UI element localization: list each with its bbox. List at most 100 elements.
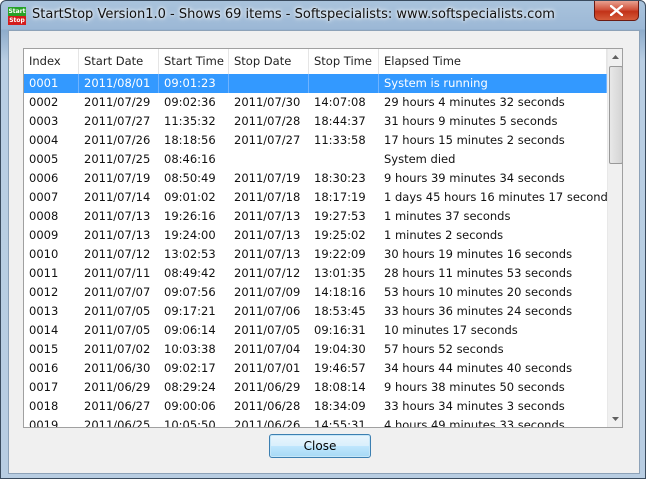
index-cell: 0018 [29,399,59,413]
start-date-cell: 2011/07/05 [84,323,151,337]
table-row[interactable]: 0007 2011/07/14 09:01:02 2011/07/18 18:17:19… [24,188,607,207]
elapsed-time-cell: 30 hours 19 minutes 16 seconds [384,247,573,261]
stop-date-cell: 2011/07/13 [234,228,301,242]
elapsed-time-cell: 53 hours 10 minutes 20 seconds [384,285,573,299]
scroll-down-button[interactable] [608,410,622,427]
stop-time-cell: 18:44:37 [314,114,366,128]
start-time-cell: 09:02:36 [164,95,216,109]
start-time-cell: 18:18:56 [164,133,216,147]
vertical-scrollbar[interactable] [607,49,622,427]
index-cell: 0001 [24,74,79,93]
sessions-list[interactable]: Index Start Date Start Time Stop Date Stop T… [23,48,623,428]
elapsed-time-cell: System died [384,152,456,166]
start-time-cell: 19:26:16 [164,209,216,223]
table-row[interactable]: 0010 2011/07/12 13:02:53 2011/07/13 19:22:09… [24,245,607,264]
stop-date-cell: 2011/07/13 [234,247,301,261]
scroll-thumb[interactable] [609,66,622,164]
start-time-cell: 10:05:50 [164,418,216,428]
stop-time-cell: 18:34:09 [314,399,366,413]
stop-time-cell: 19:04:30 [314,342,366,356]
header-col-start-date[interactable]: Start Date [79,49,159,74]
table-row[interactable]: 0009 2011/07/13 19:24:00 2011/07/13 19:25:02… [24,226,607,245]
scroll-down-icon [612,417,619,421]
table-row[interactable]: 0004 2011/07/26 18:18:56 2011/07/27 11:33:58… [24,131,607,150]
index-cell: 0017 [29,380,59,394]
stop-time-cell: 09:16:31 [314,323,366,337]
stop-time-cell: 14:18:16 [314,285,366,299]
stop-date-cell: 2011/07/18 [234,190,301,204]
start-time-cell: 08:46:16 [164,152,216,166]
table-row[interactable]: 0008 2011/07/13 19:26:16 2011/07/13 19:27:53… [24,207,607,226]
header-col-index[interactable]: Index [24,49,79,74]
table-row[interactable]: 0012 2011/07/07 09:07:56 2011/07/09 14:18:16… [24,283,607,302]
index-cell: 0005 [29,152,59,166]
stop-date-cell: 2011/07/01 [234,361,301,375]
stop-date-cell: 2011/07/28 [234,114,301,128]
start-time-cell: 09:06:14 [164,323,216,337]
header-col-stop-time[interactable]: Stop Time [309,49,379,74]
index-cell: 0002 [29,95,59,109]
stop-date-cell: 2011/07/04 [234,342,301,356]
stop-time-cell [309,150,379,169]
stop-date-cell: 2011/06/26 [234,418,301,428]
table-row[interactable]: 0001 2011/08/01 09:01:23 System is running [24,74,607,93]
table-row[interactable]: 0016 2011/06/30 09:02:17 2011/07/01 19:46:57… [24,359,607,378]
start-time-cell: 08:50:49 [164,171,216,185]
table-row[interactable]: 0018 2011/06/27 09:00:06 2011/06/28 18:34:09… [24,397,607,416]
start-date-cell: 2011/07/27 [84,114,151,128]
elapsed-time-cell: 28 hours 11 minutes 53 seconds [384,266,573,280]
elapsed-time-cell: System is running [379,74,607,93]
elapsed-time-cell: 33 hours 34 minutes 3 seconds [384,399,565,413]
stop-time-cell: 11:33:58 [314,133,366,147]
start-date-cell: 2011/06/30 [84,361,151,375]
start-date-cell: 2011/06/25 [84,418,151,428]
start-time-cell: 09:07:56 [164,285,216,299]
table-row[interactable]: 0017 2011/06/29 08:29:24 2011/06/29 18:08:14… [24,378,607,397]
elapsed-time-cell: 34 hours 44 minutes 40 seconds [384,361,573,375]
start-date-cell: 2011/07/14 [84,190,151,204]
header-col-start-time[interactable]: Start Time [159,49,229,74]
start-time-cell: 13:02:53 [164,247,216,261]
index-cell: 0009 [29,228,59,242]
app-icon-start: Start [8,7,26,16]
header-col-stop-date[interactable]: Stop Date [229,49,309,74]
stop-time-cell: 19:46:57 [314,361,366,375]
table-row[interactable]: 0014 2011/07/05 09:06:14 2011/07/05 09:16:31… [24,321,607,340]
table-row[interactable]: 0011 2011/07/11 08:49:42 2011/07/12 13:01:35… [24,264,607,283]
elapsed-time-cell: 9 hours 39 minutes 34 seconds [384,171,565,185]
table-row[interactable]: 0003 2011/07/27 11:35:32 2011/07/28 18:44:37… [24,112,607,131]
table-row[interactable]: 0013 2011/07/05 09:17:21 2011/07/06 18:53:45… [24,302,607,321]
stop-date-cell: 2011/07/13 [234,209,301,223]
scroll-up-button[interactable] [608,49,622,66]
index-cell: 0016 [29,361,59,375]
start-time-cell: 09:17:21 [164,304,216,318]
index-cell: 0010 [29,247,59,261]
close-button[interactable]: Close [269,434,371,458]
start-time-cell: 19:24:00 [164,228,216,242]
app-window: Start Stop StartStop Version1.0 - Shows … [0,0,646,479]
window-close-button[interactable] [594,1,639,21]
table-row[interactable]: 0019 2011/06/25 10:05:50 2011/06/26 14:55:31… [24,416,607,428]
start-date-cell: 2011/07/29 [84,95,151,109]
start-time-cell: 09:01:23 [159,74,229,93]
stop-time-cell: 19:22:09 [314,247,366,261]
stop-date-cell: 2011/07/30 [234,95,301,109]
table-row[interactable]: 0005 2011/07/25 08:46:16 System died [24,150,607,169]
index-cell: 0006 [29,171,59,185]
table-row[interactable]: 0015 2011/07/02 10:03:38 2011/07/04 19:04:30… [24,340,607,359]
table-row[interactable]: 0002 2011/07/29 09:02:36 2011/07/30 14:07:08… [24,93,607,112]
header-col-elapsed-time[interactable]: Elapsed Time [379,49,607,74]
start-time-cell: 11:35:32 [164,114,216,128]
stop-time-cell [309,74,379,93]
title-bar[interactable]: Start Stop StartStop Version1.0 - Shows … [1,1,645,29]
stop-time-cell: 14:55:31 [314,418,366,428]
start-time-cell: 10:03:38 [164,342,216,356]
table-row[interactable]: 0006 2011/07/19 08:50:49 2011/07/19 18:30:23… [24,169,607,188]
elapsed-time-cell: 33 hours 36 minutes 24 seconds [384,304,573,318]
stop-date-cell: 2011/07/05 [234,323,301,337]
start-date-cell: 2011/07/25 [84,152,151,166]
stop-time-cell: 18:17:19 [314,190,366,204]
start-time-cell: 08:49:42 [164,266,216,280]
start-date-cell: 2011/07/12 [84,247,151,261]
start-date-cell: 2011/07/13 [84,209,151,223]
